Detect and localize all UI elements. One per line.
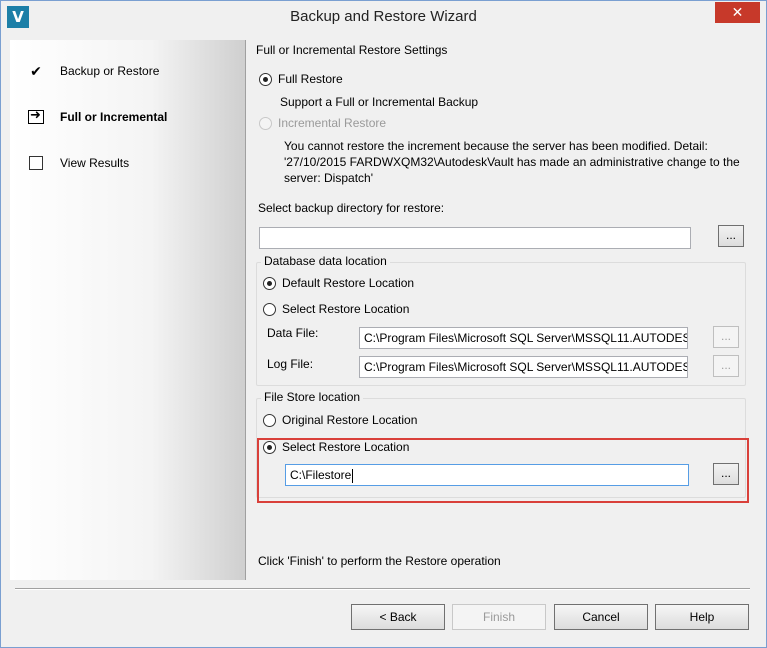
data-file-input[interactable]: C:\Program Files\Microsoft SQL Server\MS… <box>359 327 688 349</box>
window-title: Backup and Restore Wizard <box>290 8 477 25</box>
step-full-or-incremental: Full or Incremental <box>28 107 167 127</box>
db-default-location-radio[interactable] <box>263 277 276 290</box>
step-label: View Results <box>60 156 130 170</box>
close-icon[interactable]: ✕ <box>715 2 760 23</box>
title-bar[interactable]: V Backup and Restore Wizard ✕ <box>1 1 766 33</box>
backup-dir-browse-button[interactable]: ... <box>718 225 744 247</box>
filestore-original-location-radio[interactable] <box>263 414 276 427</box>
filestore-original-location-label[interactable]: Original Restore Location <box>282 413 417 427</box>
db-default-location-label[interactable]: Default Restore Location <box>282 276 414 290</box>
log-file-browse-button[interactable]: ... <box>713 355 739 377</box>
log-file-input[interactable]: C:\Program Files\Microsoft SQL Server\MS… <box>359 356 688 378</box>
cancel-button[interactable]: Cancel <box>554 604 648 630</box>
help-button[interactable]: Help <box>655 604 749 630</box>
incremental-warning-line1: You cannot restore the increment because… <box>284 139 708 153</box>
incremental-warning-line2: '27/10/2015 FARDWXQM32\AutodeskVault has… <box>284 155 740 169</box>
settings-heading: Full or Incremental Restore Settings <box>256 43 448 57</box>
full-restore-label[interactable]: Full Restore <box>278 72 343 86</box>
filestore-group-title: File Store location <box>261 390 364 404</box>
data-file-browse-button[interactable]: ... <box>713 326 739 348</box>
highlight-box <box>257 438 749 503</box>
db-select-location-radio[interactable] <box>263 303 276 316</box>
step-label: Full or Incremental <box>60 110 168 124</box>
backup-dir-label: Select backup directory for restore: <box>258 201 445 215</box>
arrow-right-icon <box>28 108 44 124</box>
step-label: Backup or Restore <box>60 64 160 78</box>
finish-button[interactable]: Finish <box>452 604 546 630</box>
wizard-steps-panel: ✔ Backup or Restore Full or Incremental … <box>10 40 246 580</box>
incremental-restore-label[interactable]: Incremental Restore <box>278 116 386 130</box>
checkmark-icon: ✔ <box>30 63 42 79</box>
incremental-restore-radio[interactable] <box>259 117 272 130</box>
bottom-separator <box>15 588 750 590</box>
backup-dir-input[interactable] <box>259 227 691 249</box>
data-file-label: Data File: <box>267 326 319 340</box>
empty-box-icon <box>29 156 43 170</box>
back-button[interactable]: < Back <box>351 604 445 630</box>
step-view-results: View Results <box>28 153 129 173</box>
finish-hint: Click 'Finish' to perform the Restore op… <box>258 554 501 568</box>
log-file-label: Log File: <box>267 357 314 371</box>
full-restore-description: Support a Full or Incremental Backup <box>280 95 479 109</box>
db-select-location-label[interactable]: Select Restore Location <box>282 302 409 316</box>
step-backup-or-restore: ✔ Backup or Restore <box>28 61 159 81</box>
full-restore-radio[interactable] <box>259 73 272 86</box>
database-group-title: Database data location <box>261 254 390 268</box>
incremental-warning-line3: server: Dispatch' <box>284 171 373 185</box>
